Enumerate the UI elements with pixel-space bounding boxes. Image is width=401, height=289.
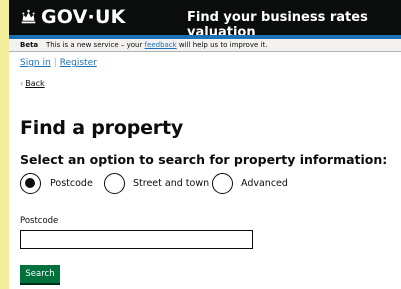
side-highlight-bar [0,0,9,289]
beta-message-prefix: This is a new service – your [46,41,145,49]
search-options-legend: Select an option to search for property … [20,152,388,167]
postcode-input[interactable] [20,230,253,249]
feedback-link[interactable]: feedback [145,41,177,49]
chevron-left-icon: ‹ [20,79,24,88]
back-link[interactable]: ‹ Back [20,79,45,88]
crown-icon [21,9,36,24]
govuk-logo-link[interactable]: GOV·UK [41,6,126,28]
radio-street-and-town[interactable] [104,173,125,194]
back-link-label: Back [25,79,45,88]
account-separator: | [53,58,57,68]
beta-message: This is a new service – your feedback wi… [46,39,267,52]
radio-street-and-town-label[interactable]: Street and town [133,178,209,189]
beta-message-suffix: will help us to improve it. [176,41,268,49]
beta-tag: Beta [20,41,39,49]
account-links: Sign in | Register [20,58,97,68]
radio-advanced-label[interactable]: Advanced [241,178,288,189]
postcode-label: Postcode [20,216,59,226]
page-title: Find a property [20,117,184,139]
radio-advanced[interactable] [212,173,233,194]
phase-banner: Beta This is a new service – your feedba… [9,39,401,52]
radio-selected-dot [25,178,35,188]
sign-in-link[interactable]: Sign in [20,58,51,68]
register-link[interactable]: Register [60,58,97,68]
site-header: GOV·UK Find your business rates valuatio… [9,0,401,40]
radio-postcode-label[interactable]: Postcode [50,178,93,189]
search-button[interactable]: Search [20,265,60,283]
radio-postcode[interactable] [20,173,41,194]
